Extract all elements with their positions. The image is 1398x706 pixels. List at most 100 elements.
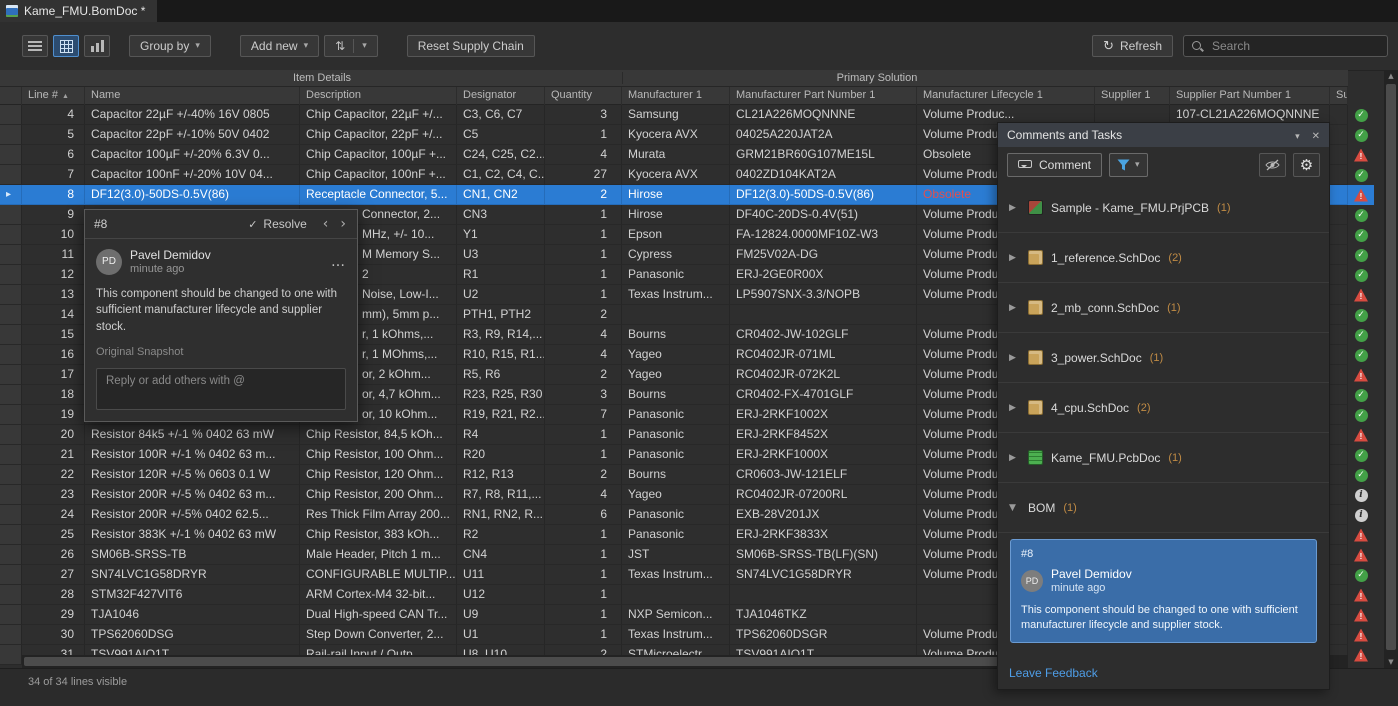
chevron-collapsed-icon[interactable]: ▶ <box>1009 253 1020 263</box>
cell-name: Capacitor 22pF +/-10% 50V 0402 <box>85 125 300 145</box>
vertical-scrollbar-thumb[interactable] <box>1386 84 1396 650</box>
cell-gutter <box>0 165 22 185</box>
column-header-supplier-1[interactable]: Supplier 1 <box>1095 87 1170 105</box>
horizontal-scrollbar-thumb[interactable] <box>24 657 1064 666</box>
chart-view-button[interactable] <box>84 35 110 57</box>
column-header-line-[interactable]: Line #▲ <box>22 87 85 105</box>
cell-name: Resistor 383K +/-1 % 0402 63 mW <box>85 525 300 545</box>
panel-close-icon[interactable] <box>1312 129 1320 142</box>
cell-quantity: 1 <box>545 585 622 605</box>
status-column: ✓✓!✓!✓✓✓✓!✓✓✓!✓✓!✓✓ii!!✓!!!! <box>1348 105 1374 665</box>
group-by-button[interactable]: Group by ▾ <box>129 35 211 57</box>
cell-line-number: 8 <box>22 185 85 205</box>
cell-quantity: 1 <box>545 525 622 545</box>
chevron-expanded-icon[interactable]: ▼ <box>1009 503 1020 513</box>
next-comment-icon[interactable] <box>340 217 346 231</box>
tree-item-3-power-schdoc[interactable]: ▶3_power.SchDoc(1) <box>998 333 1329 383</box>
settings-button[interactable] <box>1293 153 1320 177</box>
original-snapshot-link[interactable]: Original Snapshot <box>96 346 346 358</box>
scroll-up-icon[interactable]: ▲ <box>1384 70 1398 82</box>
list-view-button[interactable] <box>22 35 48 57</box>
search-box[interactable] <box>1183 35 1388 57</box>
column-header-quantity[interactable]: Quantity <box>545 87 622 105</box>
column-header-manufacturer-part-number-1[interactable]: Manufacturer Part Number 1 <box>730 87 917 105</box>
status-warning-icon: ! <box>1354 189 1368 202</box>
cell-quantity: 4 <box>545 485 622 505</box>
column-header-name[interactable]: Name <box>85 87 300 105</box>
tree-item-1-reference-schdoc[interactable]: ▶1_reference.SchDoc(2) <box>998 233 1329 283</box>
filter-button[interactable]: ▾ <box>1109 153 1148 177</box>
cell-supplier-2 <box>1330 625 1348 645</box>
tree-item-2-mb-conn-schdoc[interactable]: ▶2_mb_conn.SchDoc(1) <box>998 283 1329 333</box>
column-header-manufacturer-lifecycle-1[interactable]: Manufacturer Lifecycle 1 <box>917 87 1095 105</box>
cell-manufacturer: Kyocera AVX <box>622 165 730 185</box>
hide-resolved-button[interactable] <box>1259 153 1286 177</box>
cell-designator: PTH1, PTH2 <box>457 305 545 325</box>
document-tab[interactable]: Kame_FMU.BomDoc * <box>0 0 157 22</box>
cell-manufacturer-part-number: CR0402-FX-4701GLF <box>730 385 917 405</box>
cell-supplier-2 <box>1330 225 1348 245</box>
cell-designator: R4 <box>457 425 545 445</box>
new-comment-button[interactable]: Comment <box>1007 153 1102 177</box>
cell-manufacturer: Hirose <box>622 205 730 225</box>
cell-designator: U2 <box>457 285 545 305</box>
resolve-button[interactable]: Resolve <box>248 217 307 231</box>
comment-body: This component should be changed to one … <box>96 286 346 336</box>
cell-supplier-2 <box>1330 565 1348 585</box>
cell-manufacturer-part-number: DF12(3.0)-50DS-0.5V(86) <box>730 185 917 205</box>
sort-button[interactable]: ▾ <box>324 35 378 57</box>
search-input[interactable] <box>1210 38 1380 54</box>
refresh-label: Refresh <box>1120 39 1162 53</box>
cell-name: Resistor 120R +/-5 % 0603 0.1 W <box>85 465 300 485</box>
scroll-down-icon[interactable]: ▼ <box>1384 656 1398 668</box>
cell-manufacturer: NXP Semicon... <box>622 605 730 625</box>
reply-input[interactable] <box>104 374 342 388</box>
status-ok-icon: ✓ <box>1355 569 1368 582</box>
reset-supply-chain-button[interactable]: Reset Supply Chain <box>407 35 535 57</box>
row-status: ✓ <box>1348 345 1374 365</box>
comment-card[interactable]: #8 PD Pavel Demidov minute ago This comp… <box>1010 539 1317 643</box>
cell-line-number: 4 <box>22 105 85 125</box>
comment-id: #8 <box>94 217 107 231</box>
status-warning-icon: ! <box>1354 629 1368 642</box>
column-header-su[interactable]: Su <box>1330 87 1348 105</box>
refresh-button[interactable]: Refresh <box>1092 35 1173 57</box>
tree-item-bom[interactable]: ▼BOM(1) <box>998 483 1329 533</box>
cell-manufacturer-part-number: CR0402-JW-102GLF <box>730 325 917 345</box>
new-comment-label: Comment <box>1039 158 1091 172</box>
chevron-collapsed-icon[interactable]: ▶ <box>1009 303 1020 313</box>
add-new-button[interactable]: Add new ▾ <box>240 35 319 57</box>
status-warning-icon: ! <box>1354 609 1368 622</box>
status-warning-icon: ! <box>1354 289 1368 302</box>
tree-item-4-cpu-schdoc[interactable]: ▶4_cpu.SchDoc(2) <box>998 383 1329 433</box>
vertical-scrollbar[interactable]: ▲ ▼ <box>1384 70 1398 668</box>
refresh-icon <box>1103 40 1114 53</box>
column-header-supplier-part-number-1[interactable]: Supplier Part Number 1 <box>1170 87 1330 105</box>
column-header-description[interactable]: Description <box>300 87 457 105</box>
chevron-collapsed-icon[interactable]: ▶ <box>1009 403 1020 413</box>
row-status: ✓ <box>1348 125 1374 145</box>
chevron-collapsed-icon[interactable]: ▶ <box>1009 453 1020 463</box>
tree-item-kame-fmu-pcbdoc[interactable]: ▶Kame_FMU.PcbDoc(1) <box>998 433 1329 483</box>
cell-designator: U11 <box>457 565 545 585</box>
schdoc-icon <box>1028 250 1043 265</box>
column-header-manufacturer-1[interactable]: Manufacturer 1 <box>622 87 730 105</box>
cell-name: Capacitor 22µF +/-40% 16V 0805 <box>85 105 300 125</box>
cell-line-number: 24 <box>22 505 85 525</box>
cell-description: Chip Resistor, 383 kOh... <box>300 525 457 545</box>
cell-manufacturer: Epson <box>622 225 730 245</box>
leave-feedback-link[interactable]: Leave Feedback <box>998 657 1329 689</box>
tree-item-sample-kame-fmu-prjpcb[interactable]: ▶Sample - Kame_FMU.PrjPCB(1) <box>998 183 1329 233</box>
cell-gutter <box>0 565 22 585</box>
column-header-designator[interactable]: Designator <box>457 87 545 105</box>
grid-view-button[interactable] <box>53 35 79 57</box>
reply-box[interactable] <box>96 368 346 410</box>
panel-menu-icon[interactable] <box>1295 129 1300 142</box>
chevron-down-icon: ▾ <box>1135 161 1140 170</box>
more-options-icon[interactable] <box>331 255 346 269</box>
previous-comment-icon[interactable] <box>323 217 329 231</box>
chevron-collapsed-icon[interactable]: ▶ <box>1009 353 1020 363</box>
chevron-collapsed-icon[interactable]: ▶ <box>1009 203 1020 213</box>
cell-gutter <box>0 205 22 225</box>
cell-description: Chip Resistor, 120 Ohm... <box>300 465 457 485</box>
